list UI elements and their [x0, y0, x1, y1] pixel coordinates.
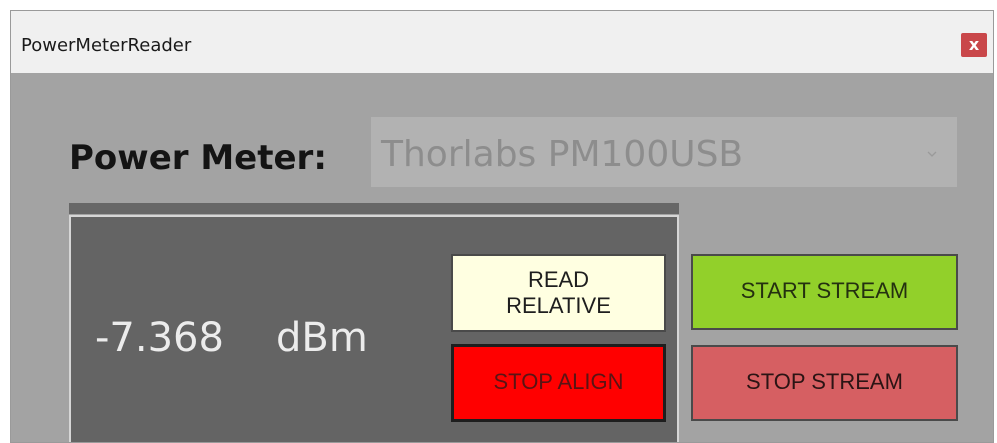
close-icon: x: [968, 35, 980, 54]
read-relative-label-line2: RELATIVE: [506, 293, 611, 318]
power-meter-label: Power Meter:: [69, 138, 327, 178]
power-value: -7.368: [95, 315, 224, 361]
window-title: PowerMeterReader: [21, 35, 192, 56]
app-window: PowerMeterReader x Power Meter: Thorlabs…: [10, 10, 994, 443]
start-stream-button[interactable]: START STREAM: [691, 254, 958, 330]
title-bar[interactable]: PowerMeterReader x: [11, 11, 993, 73]
close-button[interactable]: x: [961, 33, 987, 57]
chevron-down-icon: [927, 151, 937, 157]
power-meter-selected-value: Thorlabs PM100USB: [381, 134, 744, 175]
power-unit: dBm: [276, 315, 368, 361]
readout-header-strip: [69, 203, 679, 214]
stop-stream-button[interactable]: STOP STREAM: [691, 345, 958, 421]
read-relative-button[interactable]: READ RELATIVE: [451, 254, 666, 332]
stop-align-button[interactable]: STOP ALIGN: [451, 344, 666, 422]
read-relative-label-line1: READ: [527, 267, 590, 292]
power-meter-select[interactable]: Thorlabs PM100USB: [371, 117, 957, 187]
